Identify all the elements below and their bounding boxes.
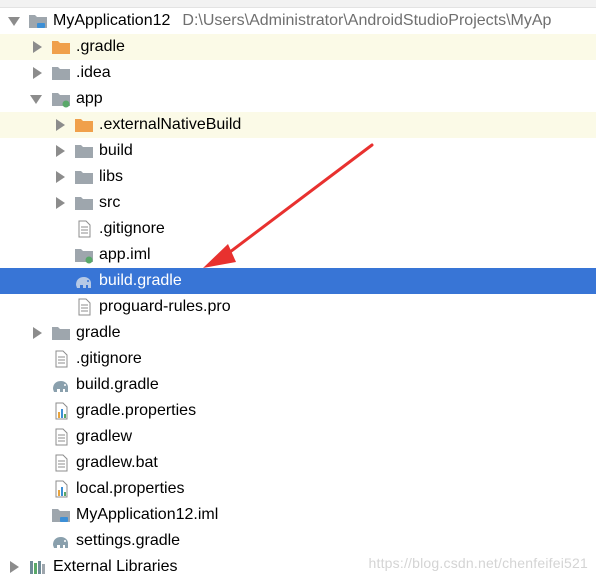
iml-file-icon [74,246,94,264]
folder-icon [51,324,71,342]
tree-row-gradle-folder[interactable]: gradle [0,320,596,346]
tree-item-label: gradle [76,324,121,341]
chevron-right-icon[interactable] [33,67,42,79]
tree-item-label: build [99,142,133,159]
tree-row-idea[interactable]: .idea [0,60,596,86]
tree-row-gradlew-bat[interactable]: gradlew.bat [0,450,596,476]
tree-item-label: build.gradle [99,272,182,289]
text-file-icon [51,454,71,472]
tree-item-label: External Libraries [53,558,178,575]
tree-item-label: build.gradle [76,376,159,393]
chevron-right-icon[interactable] [56,145,65,157]
gradle-elephant-icon [51,532,71,550]
properties-file-icon [51,402,71,420]
tree-row-local-properties[interactable]: local.properties [0,476,596,502]
tree-item-label: src [99,194,121,211]
chevron-right-icon[interactable] [56,119,65,131]
tree-item-label: gradlew [76,428,133,445]
tree-item-label: libs [99,168,124,185]
tree-row-libs[interactable]: libs [0,164,596,190]
tree-item-label: settings.gradle [76,532,181,549]
project-tree: MyApplication12 D:\Users\Administrator\An… [0,8,596,580]
tree-item-label: .idea [76,64,111,81]
properties-file-icon [51,480,71,498]
tree-row-root-gitignore[interactable]: .gitignore [0,346,596,372]
tree-item-label: app.iml [99,246,151,263]
tree-row-src[interactable]: src [0,190,596,216]
tree-row-root[interactable]: MyApplication12 D:\Users\Administrator\An… [0,8,596,34]
chevron-down-icon[interactable] [8,17,20,26]
tree-item-label: local.properties [76,480,185,497]
chevron-right-icon[interactable] [56,171,65,183]
watermark: https://blog.csdn.net/chenfeifei521 [368,555,588,571]
folder-orange-icon [51,38,71,56]
tree-row-gradle-properties[interactable]: gradle.properties [0,398,596,424]
root-project-name: MyApplication12 [53,12,171,29]
chevron-right-icon[interactable] [33,41,42,53]
module-folder-icon [28,12,48,30]
iml-file-icon [51,506,71,524]
text-file-icon [74,220,94,238]
tree-row-settings-gradle[interactable]: settings.gradle [0,528,596,554]
module-folder-icon [51,90,71,108]
folder-icon [51,64,71,82]
top-toolbar-strip [0,0,596,8]
tree-row-app-gitignore[interactable]: .gitignore [0,216,596,242]
gradle-elephant-icon [51,376,71,394]
tree-row-build[interactable]: build [0,138,596,164]
chevron-right-icon[interactable] [56,197,65,209]
tree-row-project-iml[interactable]: MyApplication12.iml [0,502,596,528]
folder-icon [74,168,94,186]
tree-item-label: .gitignore [99,220,165,237]
library-icon [28,558,48,576]
text-file-icon [51,428,71,446]
tree-item-label: gradle.properties [76,402,197,419]
text-file-icon [74,298,94,316]
root-project-path: D:\Users\Administrator\AndroidStudioProj… [182,12,552,29]
tree-item-label: proguard-rules.pro [99,298,231,315]
text-file-icon [51,350,71,368]
folder-icon [74,142,94,160]
tree-row-proguard[interactable]: proguard-rules.pro [0,294,596,320]
gradle-elephant-icon [74,272,94,290]
chevron-right-icon[interactable] [33,327,42,339]
tree-row-gradlew[interactable]: gradlew [0,424,596,450]
tree-row-app[interactable]: app [0,86,596,112]
tree-item-label: app [76,90,103,107]
folder-icon [74,194,94,212]
tree-row-externalnativebuild[interactable]: .externalNativeBuild [0,112,596,138]
tree-row-app-iml[interactable]: app.iml [0,242,596,268]
tree-item-label: .gitignore [76,350,142,367]
tree-item-label: gradlew.bat [76,454,158,471]
chevron-down-icon[interactable] [30,95,42,104]
tree-item-label: .externalNativeBuild [99,116,242,133]
folder-orange-icon [74,116,94,134]
tree-item-label: MyApplication12.iml [76,506,219,523]
chevron-right-icon[interactable] [10,561,19,573]
tree-row-gradle-cache[interactable]: .gradle [0,34,596,60]
tree-item-label: .gradle [76,38,125,55]
tree-row-app-build-gradle[interactable]: build.gradle [0,268,596,294]
tree-row-root-build-gradle[interactable]: build.gradle [0,372,596,398]
